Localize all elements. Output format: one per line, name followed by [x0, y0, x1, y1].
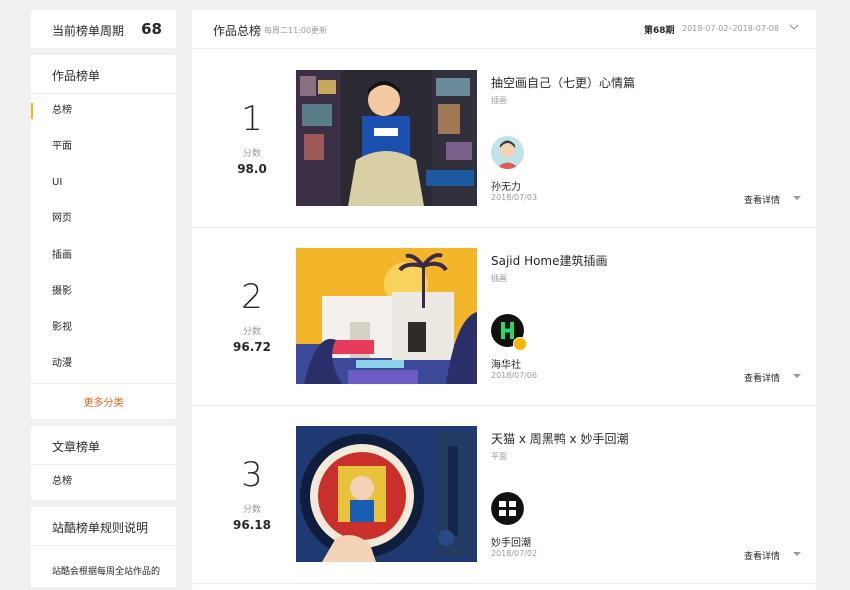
publish-date: 2018/07/06	[491, 371, 538, 380]
rank-number: 2	[241, 277, 263, 317]
work-title[interactable]: 抽空画自己（七更）心情篇	[491, 74, 635, 91]
ranking-entry: 3 分数 96.18 天猫 x 周黑鸭 x 妙手回潮 平面 妙手回潮 2018/…	[192, 405, 816, 584]
category-animation[interactable]: 动漫	[31, 353, 176, 375]
view-details-button[interactable]: 查看详情	[744, 549, 780, 562]
publish-date: 2018/07/03	[491, 193, 538, 202]
rank-number: 1	[241, 99, 263, 139]
category-label: 摄影	[52, 286, 72, 297]
update-note: 每周二11:00更新	[264, 26, 328, 35]
work-title[interactable]: Sajid Home建筑插画	[491, 252, 608, 269]
category-label: 动漫	[52, 358, 72, 369]
view-details-button[interactable]: 查看详情	[744, 193, 780, 206]
category-label: 总榜	[52, 476, 72, 487]
caret-down-icon[interactable]	[793, 196, 801, 200]
category-overall[interactable]: 总榜	[31, 100, 176, 122]
works-rankings-card: 作品榜单 总榜 平面 UI 网页 插画 摄影 影视 动漫 更多分类	[31, 55, 176, 419]
category-label: UI	[52, 177, 63, 188]
work-thumbnail[interactable]	[296, 248, 477, 384]
verified-badge-icon	[513, 337, 527, 351]
score-label: 分数	[242, 505, 261, 515]
chevron-down-icon[interactable]	[789, 22, 799, 32]
period-range[interactable]: 2018-07-02–2018-07-08	[682, 24, 779, 33]
work-thumbnail[interactable]	[296, 70, 477, 206]
rules-card: 站酷榜单规则说明 站酷会根据每周全站作品的	[31, 507, 176, 587]
ranking-entry: 2 分数 96.72 Sajid Home建筑插画 插画 海华社 2018/07…	[192, 227, 816, 406]
period-label[interactable]: 第68期	[644, 23, 675, 36]
cycle-number: 68	[141, 20, 162, 38]
ranking-entry: 1 分数 98.0 抽空画自己（七更）心情篇 插画 孙无力 2018/07/03…	[192, 49, 816, 228]
more-categories-link[interactable]: 更多分类	[31, 394, 176, 409]
ranking-list: 作品总榜 每周二11:00更新 第68期 2018-07-02–2018-07-…	[192, 10, 816, 590]
work-thumbnail[interactable]	[296, 426, 477, 562]
category-label: 总榜	[52, 105, 72, 116]
category-label: 插画	[52, 250, 72, 261]
cycle-card: 当前榜单周期 68	[31, 10, 176, 48]
article-rankings-card: 文章榜单 总榜	[31, 426, 176, 500]
publish-date: 2018/07/02	[491, 549, 538, 558]
divider	[31, 93, 176, 94]
score-label: 分数	[242, 327, 261, 337]
category-film[interactable]: 影视	[31, 317, 176, 339]
score-label: 分数	[242, 149, 261, 159]
author-name[interactable]: 妙手回潮	[491, 534, 531, 549]
work-category: 平面	[491, 452, 507, 461]
category-photography[interactable]: 摄影	[31, 281, 176, 303]
article-category-overall[interactable]: 总榜	[31, 471, 176, 493]
category-label: 影视	[52, 322, 72, 333]
author-avatar[interactable]	[491, 136, 524, 169]
work-category: 插画	[491, 274, 507, 283]
works-rankings-title: 作品榜单	[52, 69, 101, 83]
view-details-button[interactable]: 查看详情	[744, 371, 780, 384]
category-label: 网页	[52, 213, 72, 224]
score-value: 96.72	[233, 340, 271, 354]
author-name[interactable]: 孙无力	[491, 178, 521, 193]
rules-description: 站酷会根据每周全站作品的	[52, 567, 161, 577]
author-avatar[interactable]	[491, 492, 524, 525]
cycle-label: 当前榜单周期	[52, 24, 125, 38]
article-rankings-title: 文章榜单	[52, 440, 101, 454]
author-name[interactable]: 海华社	[491, 356, 521, 371]
rank-number: 3	[241, 455, 263, 495]
ranking-title: 作品总榜	[213, 24, 262, 38]
score-value: 98.0	[237, 162, 267, 176]
score-value: 96.18	[233, 518, 271, 532]
category-illustration[interactable]: 插画	[31, 245, 176, 267]
category-web[interactable]: 网页	[31, 208, 176, 230]
category-label: 平面	[52, 141, 72, 152]
divider	[31, 545, 176, 546]
work-category: 插画	[491, 96, 507, 105]
divider	[31, 383, 176, 384]
rules-title: 站酷榜单规则说明	[52, 521, 149, 535]
divider	[31, 464, 176, 465]
ranking-header: 作品总榜 每周二11:00更新 第68期 2018-07-02–2018-07-…	[192, 10, 816, 49]
category-ui[interactable]: UI	[31, 172, 176, 194]
category-graphic[interactable]: 平面	[31, 136, 176, 158]
author-avatar[interactable]	[491, 314, 527, 351]
work-title[interactable]: 天猫 x 周黑鸭 x 妙手回潮	[491, 430, 628, 447]
caret-down-icon[interactable]	[793, 552, 801, 556]
caret-down-icon[interactable]	[793, 374, 801, 378]
